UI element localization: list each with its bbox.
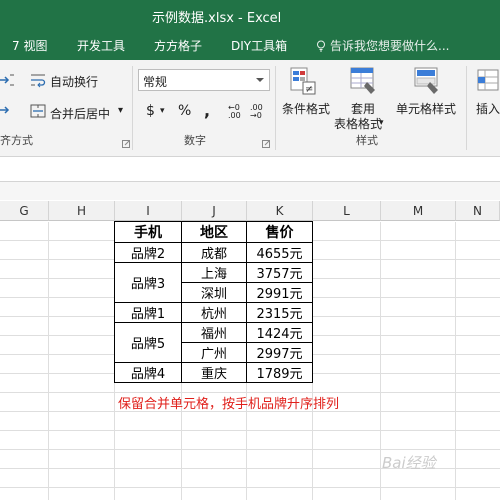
- cell-price[interactable]: 2315元: [246, 302, 313, 323]
- insert-button[interactable]: 插入: [476, 100, 500, 117]
- cell-region[interactable]: 杭州: [181, 302, 247, 323]
- column-header-j[interactable]: J: [182, 201, 247, 221]
- grid-line: [380, 222, 381, 500]
- comma-button[interactable]: ,: [204, 101, 210, 120]
- lightbulb-icon: [317, 40, 325, 52]
- percent-button[interactable]: %: [178, 103, 191, 119]
- header-region[interactable]: 地区: [181, 221, 247, 243]
- header-price[interactable]: 售价: [246, 221, 313, 243]
- column-header-g[interactable]: G: [0, 201, 49, 221]
- tab-view[interactable]: 7 视图: [12, 37, 47, 54]
- cell-region[interactable]: 福州: [181, 322, 247, 343]
- cell-region[interactable]: 上海: [181, 262, 247, 283]
- grid-line: [48, 222, 49, 500]
- wrap-text-icon: [31, 74, 46, 88]
- window-title: 示例数据.xlsx - Excel: [152, 11, 282, 26]
- cell-brand-merged[interactable]: 品牌5: [114, 322, 182, 363]
- watermark: Bai经验: [382, 454, 436, 472]
- cell-region[interactable]: 成都: [181, 242, 247, 263]
- tab-developer[interactable]: 开发工具: [77, 37, 125, 54]
- cell-price[interactable]: 2991元: [246, 282, 313, 303]
- cell-price[interactable]: 1789元: [246, 362, 313, 383]
- ribbon: 自动换行 合并后居中 ▾ 齐方式 常规 $ ▾ % , ←0 .00 .00 →…: [0, 60, 500, 157]
- data-table: 手机 地区 售价 品牌2 成都 4655元 品牌3 上海 3757元 深圳 29…: [114, 221, 313, 383]
- table-row: 品牌4 重庆 1789元: [114, 362, 313, 383]
- decrease-decimal-button[interactable]: .00 →0: [250, 104, 268, 120]
- ribbon-separator: [132, 66, 133, 150]
- column-header-n[interactable]: N: [456, 201, 500, 221]
- sheet-spacer: [0, 182, 500, 200]
- tab-fangfang[interactable]: 方方格子: [154, 37, 202, 54]
- table-row: 品牌5 福州 1424元: [114, 322, 313, 363]
- tell-me-box[interactable]: 告诉我您想要做什么...: [316, 37, 449, 54]
- outdent-icon[interactable]: [0, 104, 14, 116]
- table-row: 品牌1 杭州 2315元: [114, 302, 313, 323]
- conditional-format-button[interactable]: 条件格式: [282, 100, 330, 117]
- ribbon-separator: [466, 66, 467, 150]
- dialog-launcher-icon[interactable]: [262, 140, 270, 148]
- column-header-k[interactable]: K: [247, 201, 313, 221]
- tab-diy-toolbox[interactable]: DIY工具箱: [231, 37, 287, 54]
- table-header-row: 手机 地区 售价: [114, 221, 313, 243]
- conditional-format-icon: ≠: [290, 67, 316, 95]
- format-as-table-label-2[interactable]: 表格格式: [334, 115, 382, 132]
- column-header-m[interactable]: M: [381, 201, 456, 221]
- tell-me-placeholder: 告诉我您想要做什么...: [330, 39, 450, 53]
- cell-styles-icon: [414, 67, 438, 94]
- ribbon-separator: [275, 66, 276, 150]
- chevron-down-icon[interactable]: ▾: [160, 106, 165, 116]
- ribbon-tab-bar: 7 视图 开发工具 方方格子 DIY工具箱 告诉我您想要做什么...: [0, 30, 500, 60]
- cell-brand[interactable]: 品牌2: [114, 242, 182, 263]
- cell-price[interactable]: 4655元: [246, 242, 313, 263]
- cell-brand-merged[interactable]: 品牌3: [114, 262, 182, 303]
- header-phone[interactable]: 手机: [114, 221, 182, 243]
- chevron-down-icon: [256, 78, 264, 82]
- wrap-text-button[interactable]: 自动换行: [50, 73, 98, 90]
- merge-center-dropdown[interactable]: ▾: [118, 105, 123, 116]
- svg-text:≠: ≠: [305, 84, 313, 95]
- cell-price[interactable]: 3757元: [246, 262, 313, 283]
- instruction-note: 保留合并单元格，按手机品牌升序排列: [118, 397, 340, 412]
- currency-button[interactable]: $: [146, 103, 155, 119]
- merge-center-icon: [30, 104, 46, 118]
- dialog-launcher-icon[interactable]: [122, 140, 130, 148]
- grid-line: [455, 222, 456, 500]
- cell-brand[interactable]: 品牌4: [114, 362, 182, 383]
- column-header-l[interactable]: L: [313, 201, 381, 221]
- grid-line: [0, 449, 500, 450]
- cell-brand[interactable]: 品牌1: [114, 302, 182, 323]
- cell-region[interactable]: 深圳: [181, 282, 247, 303]
- grid-line: [0, 487, 500, 488]
- grid-line: [0, 430, 500, 431]
- column-header-h[interactable]: H: [49, 201, 115, 221]
- cell-price[interactable]: 2997元: [246, 342, 313, 363]
- table-row: 品牌2 成都 4655元: [114, 242, 313, 263]
- format-as-table-icon: [350, 67, 375, 94]
- increase-decimal-button[interactable]: ←0 .00: [228, 104, 246, 120]
- cell-region[interactable]: 广州: [181, 342, 247, 363]
- cell-price[interactable]: 1424元: [246, 322, 313, 343]
- cell-region[interactable]: 重庆: [181, 362, 247, 383]
- table-row: 品牌3 上海 3757元: [114, 262, 313, 303]
- insert-cells-icon: [477, 69, 499, 91]
- merge-center-button[interactable]: 合并后居中: [50, 105, 110, 122]
- chevron-down-icon[interactable]: ▾: [379, 118, 384, 128]
- title-bar: 示例数据.xlsx - Excel: [0, 0, 500, 30]
- formula-bar[interactable]: [0, 157, 500, 182]
- styles-group-label: 样式: [356, 134, 378, 147]
- indent-icon[interactable]: [0, 74, 14, 86]
- alignment-group-label: 齐方式: [0, 134, 33, 147]
- cell-styles-button[interactable]: 单元格样式: [396, 100, 456, 117]
- column-header-i[interactable]: I: [115, 201, 182, 221]
- number-group-label: 数字: [184, 134, 206, 147]
- number-format-select[interactable]: 常规: [138, 69, 270, 91]
- number-format-value: 常规: [143, 75, 168, 89]
